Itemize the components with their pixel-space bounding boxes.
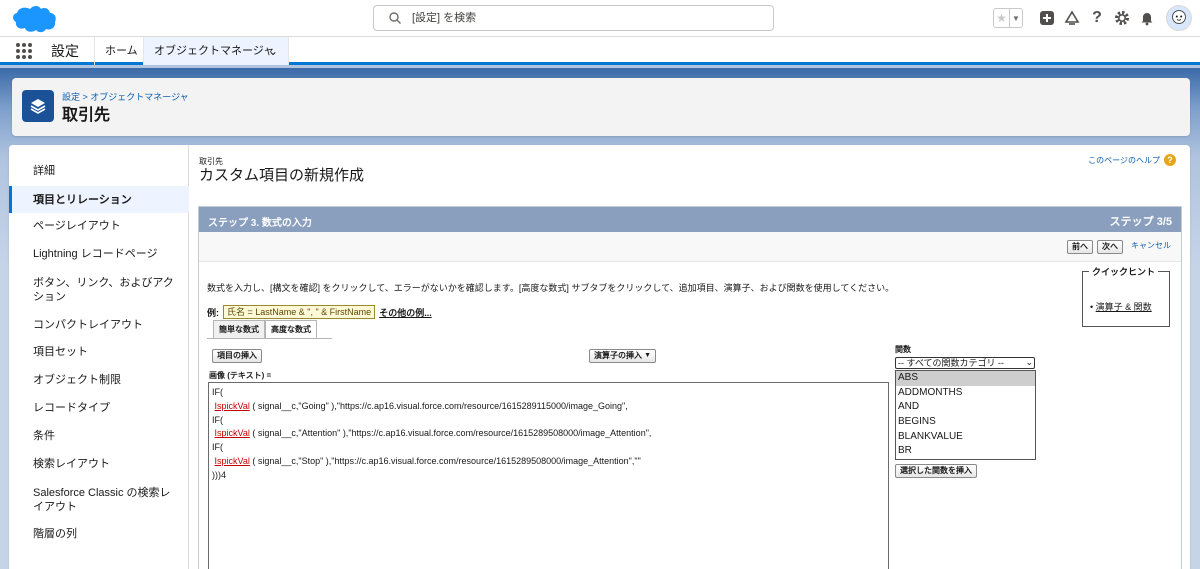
salesforce-logo-icon[interactable] bbox=[10, 4, 58, 34]
gear-icon bbox=[1115, 11, 1129, 25]
example-row: 例: 氏名 = LastName & ", " & FirstName その他の… bbox=[207, 305, 432, 319]
sidebar-item-details[interactable]: 詳細 bbox=[9, 160, 189, 182]
instructions-text: 数式を入力し、[構文を確認] をクリックして、エラーがないかを確認します。[高度… bbox=[207, 283, 895, 293]
insert-field-button[interactable]: 項目の挿入 bbox=[212, 349, 262, 363]
insert-selected-function-button[interactable]: 選択した関数を挿入 bbox=[895, 464, 977, 478]
object-sidebar: 詳細 項目とリレーション ページレイアウト Lightning レコードページ … bbox=[9, 145, 189, 569]
favorites-group: ★ ▼ bbox=[993, 8, 1023, 28]
help-link[interactable]: このページのヘルプ ? bbox=[1088, 154, 1176, 166]
sidebar-item-search-layouts[interactable]: 検索レイアウト bbox=[9, 453, 189, 475]
global-search-box[interactable] bbox=[373, 5, 774, 31]
notifications-bell-icon[interactable] bbox=[1136, 7, 1158, 29]
prev-button[interactable]: 前へ bbox=[1067, 240, 1093, 254]
search-input[interactable] bbox=[412, 10, 752, 26]
formula-line: )))4 bbox=[212, 469, 226, 480]
function-category-value: -- すべての関数カテゴリ -- bbox=[898, 358, 1004, 368]
help-question-icon: ? bbox=[1164, 154, 1176, 166]
step-counter: ステップ 3/5 bbox=[1109, 216, 1172, 228]
sidebar-item-page-layouts[interactable]: ページレイアウト bbox=[9, 215, 189, 237]
function-option[interactable]: BR bbox=[896, 444, 1035, 459]
operators-functions-link[interactable]: 演算子 & 関数 bbox=[1096, 302, 1152, 312]
bell-icon bbox=[1141, 13, 1153, 26]
tab-object-manager-label: オブジェクトマネージャ bbox=[154, 45, 275, 57]
favorites-dropdown-icon[interactable]: ▼ bbox=[1010, 9, 1022, 27]
global-header: ★ ▼ ? bbox=[0, 0, 1200, 37]
function-option[interactable]: ADDMONTHS bbox=[896, 386, 1035, 401]
example-expression: 氏名 = LastName & ", " & FirstName bbox=[223, 305, 376, 319]
help-icon[interactable]: ? bbox=[1086, 7, 1108, 29]
global-actions-icon[interactable] bbox=[1036, 7, 1058, 29]
formula-function-token: IspickVal bbox=[214, 428, 250, 439]
formula-line: IF( bbox=[212, 414, 223, 425]
trailhead-icon[interactable] bbox=[1061, 7, 1083, 29]
page-title: 取引先 bbox=[62, 107, 111, 124]
tab-simple-formula[interactable]: 簡単な数式 bbox=[213, 320, 265, 338]
astro-avatar-icon bbox=[1167, 6, 1191, 30]
formula-subtabs: 簡単な数式 高度な数式 bbox=[213, 320, 317, 338]
function-category-select[interactable]: -- すべての関数カテゴリ -- ⌄ bbox=[895, 357, 1035, 369]
tab-advanced-formula[interactable]: 高度な数式 bbox=[265, 320, 317, 338]
formula-field-label: 画像 (テキスト) = bbox=[209, 371, 272, 380]
formula-function-token: IspickVal bbox=[214, 400, 250, 411]
tab-object-manager[interactable]: オブジェクトマネージャ ⌄ bbox=[143, 37, 289, 65]
formula-line: IspickVal ( signal__c,"Stop" ),"https://… bbox=[214, 455, 641, 466]
function-option[interactable]: ABS bbox=[896, 371, 1035, 386]
insert-operator-label: 演算子の挿入 bbox=[594, 351, 642, 360]
quick-hints-title: クイックヒント bbox=[1089, 265, 1159, 278]
insert-operator-button[interactable]: 演算子の挿入 ▼ bbox=[589, 349, 656, 363]
formula-line: IF( bbox=[212, 442, 223, 453]
app-launcher-icon[interactable] bbox=[16, 43, 32, 59]
formula-line: IspickVal ( signal__c,"Going" ),"https:/… bbox=[214, 400, 628, 411]
page-header: 設定 > オブジェクトマネージャ 取引先 bbox=[12, 78, 1190, 136]
chevron-down-icon: ⌄ bbox=[1025, 357, 1033, 367]
chevron-down-icon: ▼ bbox=[644, 352, 651, 359]
header-utility-icons: ★ ▼ ? bbox=[993, 4, 1192, 32]
step-panel: ステップ 3. 数式の入力 ステップ 3/5 前へ 次へ キャンセル 数式を入力… bbox=[198, 206, 1182, 569]
sidebar-item-fields-relationships[interactable]: 項目とリレーション bbox=[9, 186, 189, 213]
wizard-button-row: 前へ 次へ キャンセル bbox=[199, 232, 1181, 262]
sidebar-item-lightning-record-pages[interactable]: Lightning レコードページ bbox=[9, 243, 189, 265]
function-option[interactable]: BLANKVALUE bbox=[896, 430, 1035, 445]
user-avatar[interactable] bbox=[1166, 5, 1192, 31]
app-name: 設定 bbox=[51, 43, 79, 59]
function-option[interactable]: BEGINS bbox=[896, 415, 1035, 430]
function-option[interactable]: AND bbox=[896, 400, 1035, 415]
function-listbox[interactable]: ABS ADDMONTHS AND BEGINS BLANKVALUE BR bbox=[895, 370, 1036, 460]
quick-hints-item: • 演算子 & 関数 bbox=[1090, 302, 1152, 312]
sidebar-item-classic-search-layouts[interactable]: Salesforce Classic の検索レイアウト bbox=[9, 484, 189, 516]
favorite-star-icon[interactable]: ★ bbox=[994, 9, 1010, 27]
formula-line: IspickVal ( signal__c,"Attention" ),"htt… bbox=[214, 428, 652, 439]
sidebar-item-object-limits[interactable]: オブジェクト制限 bbox=[9, 369, 189, 391]
formula-function-token: IspickVal bbox=[214, 455, 250, 466]
sidebar-item-buttons-links-actions[interactable]: ボタン、リンク、およびアクション bbox=[9, 274, 189, 306]
layers-icon bbox=[22, 90, 54, 122]
formula-editor[interactable]: IF( IspickVal ( signal__c,"Going" ),"htt… bbox=[208, 382, 889, 569]
example-label: 例: bbox=[207, 307, 219, 318]
sidebar-item-conditions[interactable]: 条件 bbox=[9, 425, 189, 447]
plus-square-icon bbox=[1040, 11, 1054, 25]
sidebar-item-field-sets[interactable]: 項目セット bbox=[9, 341, 189, 363]
help-link-label: このページのヘルプ bbox=[1088, 155, 1160, 165]
functions-label: 関数 bbox=[895, 345, 911, 354]
cancel-link[interactable]: キャンセル bbox=[1131, 240, 1171, 251]
subtab-divider bbox=[207, 338, 332, 339]
sidebar-item-hierarchy-columns[interactable]: 階層の列 bbox=[9, 523, 189, 545]
content-title: カスタム項目の新規作成 bbox=[199, 167, 365, 184]
formula-line: IF( bbox=[212, 387, 223, 397]
cloud-mountain-icon bbox=[1064, 10, 1080, 25]
more-examples-link[interactable]: その他の例... bbox=[379, 306, 432, 319]
step-title: ステップ 3. 数式の入力 bbox=[208, 218, 312, 229]
search-icon bbox=[389, 12, 401, 24]
sidebar-item-record-types[interactable]: レコードタイプ bbox=[9, 397, 189, 419]
next-button[interactable]: 次へ bbox=[1097, 240, 1123, 254]
tab-home[interactable]: ホーム bbox=[94, 37, 148, 65]
step-bar: ステップ 3. 数式の入力 ステップ 3/5 bbox=[199, 207, 1181, 232]
setup-gear-icon[interactable] bbox=[1111, 7, 1133, 29]
content-area: 取引先 カスタム項目の新規作成 このページのヘルプ ? ステップ 3. 数式の入… bbox=[190, 145, 1190, 569]
context-bar: 設定 ホーム オブジェクトマネージャ ⌄ bbox=[0, 37, 1200, 65]
sidebar-item-compact-layouts[interactable]: コンパクトレイアウト bbox=[9, 314, 189, 336]
chevron-down-icon[interactable]: ⌄ bbox=[268, 37, 278, 65]
main-card: 詳細 項目とリレーション ページレイアウト Lightning レコードページ … bbox=[9, 145, 1190, 569]
quick-hints-box: クイックヒント • 演算子 & 関数 bbox=[1082, 265, 1170, 327]
